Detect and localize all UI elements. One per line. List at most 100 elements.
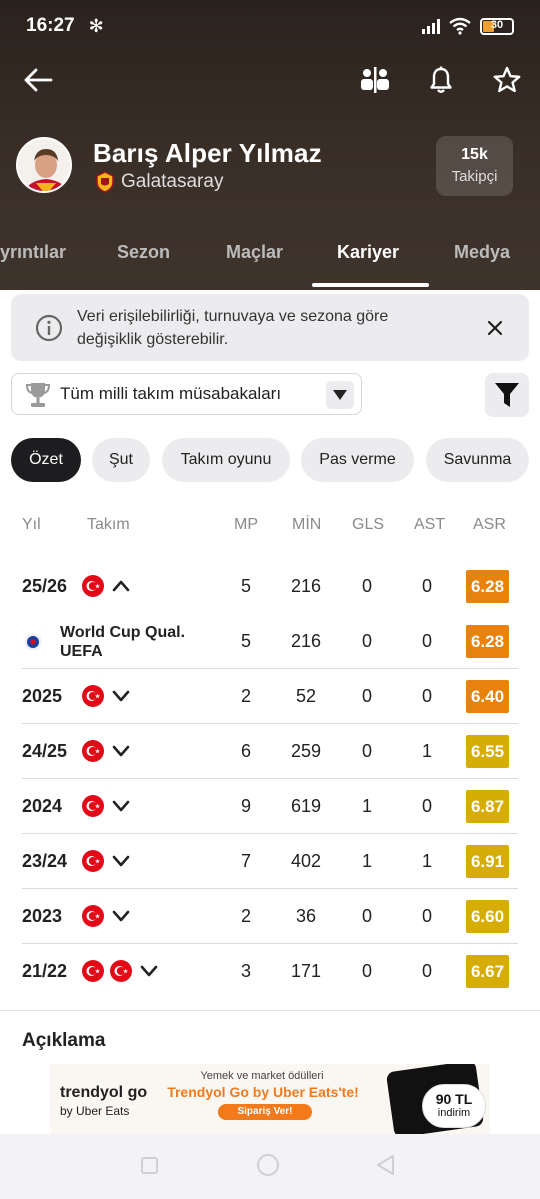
signal-icon [422, 18, 440, 34]
competition-select[interactable]: Tüm milli takım müsabakaları [11, 373, 362, 415]
cell-min: 259 [290, 741, 322, 761]
chevron-down-icon[interactable] [139, 961, 159, 981]
table-row[interactable]: 2025 2 52 0 0 6.40 [0, 669, 540, 724]
col-asr: ASR [473, 516, 506, 533]
top-app-bar [0, 58, 540, 102]
chevron-down-icon[interactable] [111, 686, 131, 706]
player-avatar [16, 137, 72, 193]
uefa-logo-icon [24, 633, 42, 651]
player-name: Barış Alper Yılmaz [93, 138, 322, 168]
table-row[interactable]: 24/25 6 259 0 1 6.55 [0, 724, 540, 779]
system-nav-bar [0, 1134, 540, 1199]
table-row[interactable]: 23/24 7 402 1 1 6.91 [0, 834, 540, 889]
close-icon[interactable] [487, 320, 503, 336]
info-icon [35, 314, 63, 342]
cell-mp: 6 [240, 741, 251, 761]
chevron-down-icon[interactable] [111, 851, 131, 871]
info-banner-text: Veri erişilebilirliği, turnuvaya ve sezo… [77, 308, 389, 348]
season-year: 2025 [22, 686, 63, 706]
cell-min: 52 [295, 686, 317, 706]
tab-details[interactable]: yrıntılar [0, 242, 66, 263]
ad-brand: trendyol go [60, 1084, 148, 1101]
cell-gls: 0 [361, 576, 372, 596]
compare-icon[interactable] [357, 62, 393, 98]
turkey-flag-icon [82, 795, 104, 817]
table-row[interactable]: 2023 2 36 0 0 6.60 [0, 889, 540, 944]
chip-shooting[interactable]: Şut [92, 438, 150, 482]
star-icon[interactable] [489, 62, 525, 98]
cell-ast: 0 [421, 631, 432, 651]
cell-mp: 5 [240, 576, 251, 596]
profile-header: 16:27 ✻ 30 Barış Alper Yılmaz Galatasara… [0, 0, 540, 290]
cell-ast: 0 [421, 906, 432, 926]
chip-team-play[interactable]: Takım oyunu [162, 438, 290, 482]
bell-icon[interactable] [423, 62, 459, 98]
tab-career[interactable]: Kariyer [337, 242, 399, 263]
chip-summary[interactable]: Özet [11, 438, 81, 482]
cell-mp: 5 [240, 631, 251, 651]
season-year: 25/26 [22, 576, 68, 596]
table-row[interactable]: 21/22 3 171 0 0 6.67 [0, 944, 540, 999]
club-crest-icon [96, 171, 114, 193]
col-mp: MP [234, 516, 258, 533]
tab-season[interactable]: Sezon [117, 242, 170, 263]
cell-gls: 1 [361, 796, 372, 816]
ad-badge-label: indirim [437, 1107, 471, 1119]
status-bar: 16:27 ✻ 30 [26, 12, 514, 40]
cell-gls: 0 [361, 631, 372, 651]
turkey-flag-icon [82, 740, 104, 762]
back-nav-icon[interactable] [375, 1154, 395, 1176]
ad-badge-amount: 90 TL [435, 1091, 473, 1107]
cell-gls: 0 [361, 741, 372, 761]
tab-bar: yrıntılar Sezon Maçlar Kariyer Medya [0, 232, 540, 290]
season-year: 2023 [22, 906, 63, 926]
active-tab-indicator [312, 283, 429, 287]
cell-ast: 0 [421, 686, 432, 706]
season-year: 24/25 [22, 741, 68, 761]
rating-badge: 6.40 [466, 680, 509, 713]
cell-min: 36 [295, 906, 317, 926]
ad-top-text: Yemek ve market ödülleri [200, 1070, 324, 1082]
battery-level: 30 [490, 18, 504, 31]
tab-media[interactable]: Medya [454, 242, 510, 263]
col-min: MİN [292, 516, 322, 533]
chip-passing[interactable]: Pas verme [301, 438, 414, 482]
ad-creative[interactable]: trendyol go by Uber Eats Yemek ve market… [50, 1064, 490, 1134]
club-link[interactable]: Galatasaray [95, 171, 223, 193]
season-year: 23/24 [22, 851, 68, 871]
season-year: 21/22 [22, 961, 68, 981]
tab-matches[interactable]: Maçlar [226, 242, 283, 263]
back-arrow-icon[interactable] [20, 62, 56, 98]
ad-banner[interactable]: trendyol go by Uber Eats Yemek ve market… [0, 1064, 540, 1134]
table-row[interactable]: 25/26 5 216 0 0 6.28 [0, 559, 540, 614]
cell-mp: 7 [240, 851, 251, 871]
cell-mp: 9 [240, 796, 251, 816]
chip-defending[interactable]: Savunma [426, 438, 529, 482]
chevron-down-icon[interactable] [111, 796, 131, 816]
col-team: Takım [87, 516, 130, 533]
rating-badge: 6.55 [466, 735, 509, 768]
chevron-down-icon[interactable] [111, 906, 131, 926]
col-gls: GLS [352, 516, 385, 533]
table-row-competition[interactable]: World Cup Qual. UEFA 5 216 0 0 6.28 [0, 614, 540, 669]
recents-button[interactable] [141, 1157, 158, 1174]
cell-ast: 1 [421, 851, 432, 871]
follower-count: 15k [461, 146, 488, 163]
chevron-down-icon[interactable] [111, 741, 131, 761]
chevron-up-icon[interactable] [111, 576, 131, 596]
cell-mp: 3 [240, 961, 251, 981]
filter-button[interactable] [485, 373, 529, 417]
ad-cta-button[interactable]: Sipariş Ver! [218, 1104, 312, 1120]
cell-gls: 1 [361, 851, 372, 871]
ad-headline: Trendyol Go by Uber Eats'te! [167, 1084, 359, 1100]
table-row[interactable]: 2024 9 619 1 0 6.87 [0, 779, 540, 834]
col-year: Yıl [22, 516, 41, 533]
season-year: 2024 [22, 796, 63, 816]
rating-badge: 6.87 [466, 790, 509, 823]
turkey-flag-icon [82, 850, 104, 872]
cell-min: 171 [290, 961, 322, 981]
battery-icon: 30 [480, 17, 514, 35]
follow-button[interactable]: 15k Takipçi [436, 136, 513, 196]
home-button[interactable] [257, 1154, 279, 1176]
cell-min: 402 [290, 851, 322, 871]
